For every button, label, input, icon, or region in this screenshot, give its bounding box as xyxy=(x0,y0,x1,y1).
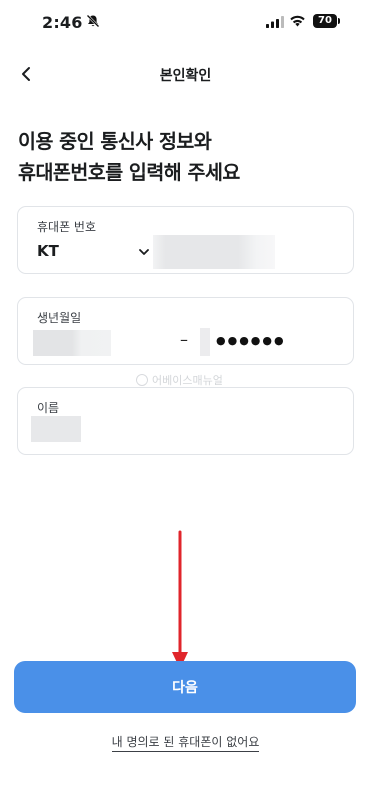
birth-date-field: 생년월일 – ●●●●●● xyxy=(17,297,354,365)
no-phone-link[interactable]: 내 명의로 된 휴대폰이 없어요 xyxy=(0,733,371,752)
headline-line-1: 이용 중인 통신사 정보와 xyxy=(18,130,212,153)
next-button[interactable]: 다음 xyxy=(14,661,356,713)
name-field: 이름 xyxy=(17,387,354,455)
masked-digits: ●●●●●● xyxy=(216,334,286,347)
no-phone-link-text: 내 명의로 된 휴대폰이 없어요 xyxy=(111,735,260,752)
birth-separator: – xyxy=(180,330,188,349)
cellular-signal-icon xyxy=(266,16,284,28)
bell-muted-icon xyxy=(86,14,100,28)
headline-line-2: 휴대폰번호를 입력해 주세요 xyxy=(18,161,240,184)
chevron-down-icon xyxy=(139,249,149,255)
carrier-select[interactable]: KT xyxy=(37,240,149,264)
id-digit-input[interactable] xyxy=(200,328,210,356)
phone-number-input[interactable] xyxy=(153,235,275,269)
watermark: 어베이스매뉴얼 xyxy=(136,372,223,388)
name-input[interactable] xyxy=(31,416,81,442)
watermark-logo-icon xyxy=(136,374,148,386)
watermark-text: 어베이스매뉴얼 xyxy=(152,374,223,387)
annotation-arrow-icon xyxy=(172,530,188,669)
battery-tip xyxy=(338,18,340,24)
name-label: 이름 xyxy=(37,401,60,415)
wifi-icon xyxy=(290,15,305,27)
page-title: 본인확인 xyxy=(159,68,212,84)
headline: 이용 중인 통신사 정보와 휴대폰번호를 입력해 주세요 xyxy=(18,126,240,188)
status-time: 2:46 xyxy=(42,13,83,32)
status-bar: 2:46 70 xyxy=(0,0,371,44)
phone-number-field: 휴대폰 번호 KT xyxy=(17,206,354,274)
nav-bar: 본인확인 xyxy=(0,52,371,96)
birth-date-label: 생년월일 xyxy=(37,311,82,325)
carrier-value: KT xyxy=(37,242,59,260)
phone-number-label: 휴대폰 번호 xyxy=(37,220,97,234)
birth-date-input[interactable] xyxy=(33,330,111,356)
battery-icon: 70 xyxy=(313,14,337,28)
